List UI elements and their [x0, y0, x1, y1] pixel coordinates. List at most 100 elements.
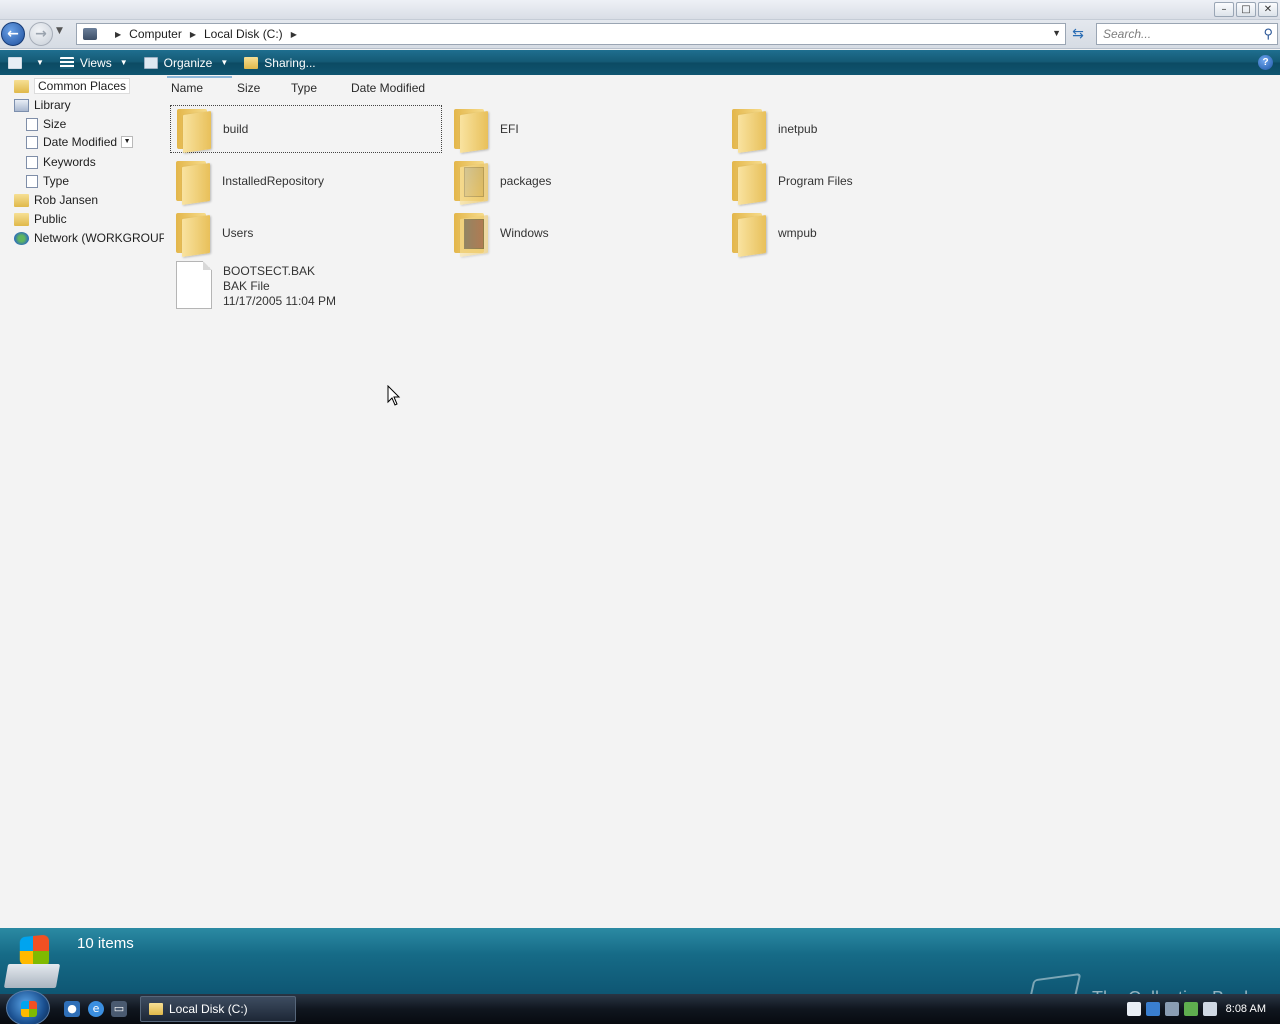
computer-drive-icon — [3, 934, 61, 988]
breadcrumb-separator-icon[interactable]: ▶ — [190, 30, 196, 39]
window-controls: – □ ✕ — [1214, 2, 1278, 17]
forward-button[interactable]: → — [29, 22, 53, 46]
show-desktop-icon[interactable]: ● — [64, 1001, 80, 1017]
item-name: InstalledRepository — [222, 174, 325, 188]
search-placeholder: Search... — [1103, 27, 1152, 41]
maximize-button[interactable]: □ — [1236, 2, 1256, 17]
list-item[interactable]: Program Files — [726, 157, 998, 205]
sidebar-item-label: Common Places — [34, 78, 131, 94]
list-item[interactable]: Users — [170, 209, 442, 257]
breadcrumb-computer[interactable]: Computer — [129, 27, 182, 41]
sidebar-item-label: Date Modified — [43, 135, 118, 149]
navigation-pane: Common Places Library Size Date Modified… — [0, 76, 167, 928]
address-bar[interactable]: ▶ Computer ▶ Local Disk (C:) ▶ ▼ — [76, 23, 1066, 45]
layout-button[interactable]: ▼ — [0, 50, 52, 75]
folder-icon — [14, 193, 29, 207]
list-item[interactable]: BOOTSECT.BAK BAK File 11/17/2005 11:04 P… — [164, 261, 436, 313]
list-item[interactable]: wmpub — [726, 209, 998, 257]
recent-pages-dropdown[interactable]: ▼ — [56, 26, 63, 36]
column-header-date-modified[interactable]: Date Modified — [351, 81, 425, 97]
item-name: EFI — [500, 122, 519, 136]
file-icon — [176, 261, 212, 309]
chevron-down-icon: ▼ — [36, 58, 44, 67]
item-name: build — [223, 122, 249, 136]
views-icon — [59, 56, 74, 69]
item-name: BOOTSECT.BAK — [223, 264, 316, 278]
chevron-down-icon[interactable]: ▼ — [121, 136, 134, 148]
breadcrumb-separator-icon[interactable]: ▶ — [291, 30, 297, 39]
sharing-icon — [244, 56, 259, 69]
sidebar-item-label: Size — [43, 117, 67, 131]
sidebar-item-public[interactable]: Public — [14, 210, 67, 228]
address-dropdown-icon[interactable]: ▼ — [1052, 28, 1061, 38]
sidebar-item-label: Keywords — [43, 155, 96, 169]
title-bar: – □ ✕ — [0, 0, 1280, 20]
sharing-button[interactable]: Sharing... — [236, 50, 323, 75]
item-name: Windows — [500, 226, 549, 240]
list-item[interactable]: inetpub — [726, 105, 998, 153]
search-folder-icon — [26, 174, 38, 188]
organize-button[interactable]: Organize ▼ — [136, 50, 237, 75]
folder-icon — [732, 159, 768, 205]
organize-label: Organize — [163, 55, 213, 70]
list-item[interactable]: packages — [448, 157, 720, 205]
folder-with-contents-icon — [454, 211, 490, 257]
sidebar-item-rob-jansen[interactable]: Rob Jansen — [14, 191, 98, 209]
network-icon — [14, 231, 29, 245]
folder-icon — [149, 1003, 163, 1015]
list-item[interactable]: build — [170, 105, 442, 153]
sidebar-item-label: Public — [34, 212, 67, 226]
list-item[interactable]: InstalledRepository — [170, 157, 442, 205]
back-button[interactable]: ← — [1, 22, 25, 46]
sidebar-item-label: Rob Jansen — [34, 193, 99, 207]
column-header-name[interactable]: Name — [166, 76, 233, 97]
chevron-down-icon: ▼ — [119, 58, 128, 67]
sync-icon[interactable] — [1145, 1002, 1160, 1016]
switch-windows-icon[interactable]: ▭ — [111, 1001, 127, 1017]
internet-explorer-icon[interactable]: e — [88, 1001, 104, 1017]
taskbar-button-local-disk[interactable]: Local Disk (C:) — [140, 996, 296, 1022]
breadcrumb-separator-icon[interactable]: ▶ — [115, 30, 121, 39]
refresh-icon[interactable]: ⇆ — [1068, 24, 1088, 44]
sharing-label: Sharing... — [264, 55, 316, 70]
list-item[interactable]: Windows — [448, 209, 720, 257]
folder-icon — [176, 211, 212, 257]
speaker-icon[interactable] — [1164, 1002, 1179, 1016]
list-item[interactable]: EFI — [448, 105, 720, 153]
minimize-button[interactable]: – — [1214, 2, 1234, 17]
chevron-down-icon: ▼ — [220, 58, 229, 67]
column-header-type[interactable]: Type — [291, 81, 317, 97]
clock[interactable]: 8:08 AM — [1226, 1003, 1266, 1015]
library-icon — [14, 98, 29, 112]
sidebar-item-date-modified[interactable]: Date Modified ▼ — [26, 133, 134, 151]
sidebar-item-size[interactable]: Size — [26, 115, 66, 133]
sidebar-item-common-places[interactable]: Common Places — [14, 77, 131, 95]
power-icon[interactable] — [1183, 1002, 1198, 1016]
sidebar-item-keywords[interactable]: Keywords — [26, 153, 96, 171]
start-button[interactable] — [6, 990, 50, 1024]
sidebar-item-library[interactable]: Library — [14, 96, 71, 114]
network-status-icon[interactable] — [1202, 1002, 1217, 1016]
folder-icon — [14, 79, 29, 93]
windows-logo-icon — [21, 1001, 37, 1017]
search-input[interactable]: Search... ⚲ — [1096, 23, 1278, 45]
breadcrumb-local-disk[interactable]: Local Disk (C:) — [204, 27, 283, 41]
item-name: inetpub — [778, 122, 818, 136]
views-button[interactable]: Views ▼ — [52, 50, 136, 75]
item-count: 10 items — [77, 935, 134, 952]
search-folder-icon — [26, 117, 38, 131]
close-button[interactable]: ✕ — [1258, 2, 1278, 17]
sidebar-item-network[interactable]: Network (WORKGROUP — [14, 229, 167, 247]
column-header-size[interactable]: Size — [237, 81, 260, 97]
folder-icon — [176, 159, 212, 205]
folder-icon — [177, 107, 213, 153]
taskbar: ● e ▭ Local Disk (C:) 8:08 AM — [0, 990, 1280, 1024]
organize-icon — [143, 56, 158, 69]
address-row: ← → ▼ ▶ Computer ▶ Local Disk (C:) ▶ ▼ ⇆… — [0, 20, 1280, 49]
system-tray: 8:08 AM — [1126, 994, 1280, 1024]
help-icon[interactable]: ? — [1258, 55, 1273, 70]
sidebar-item-type[interactable]: Type — [26, 172, 69, 190]
security-icon[interactable] — [1126, 1002, 1141, 1016]
search-icon[interactable]: ⚲ — [1263, 26, 1273, 42]
sidebar-item-label: Network (WORKGROUP — [34, 231, 167, 245]
